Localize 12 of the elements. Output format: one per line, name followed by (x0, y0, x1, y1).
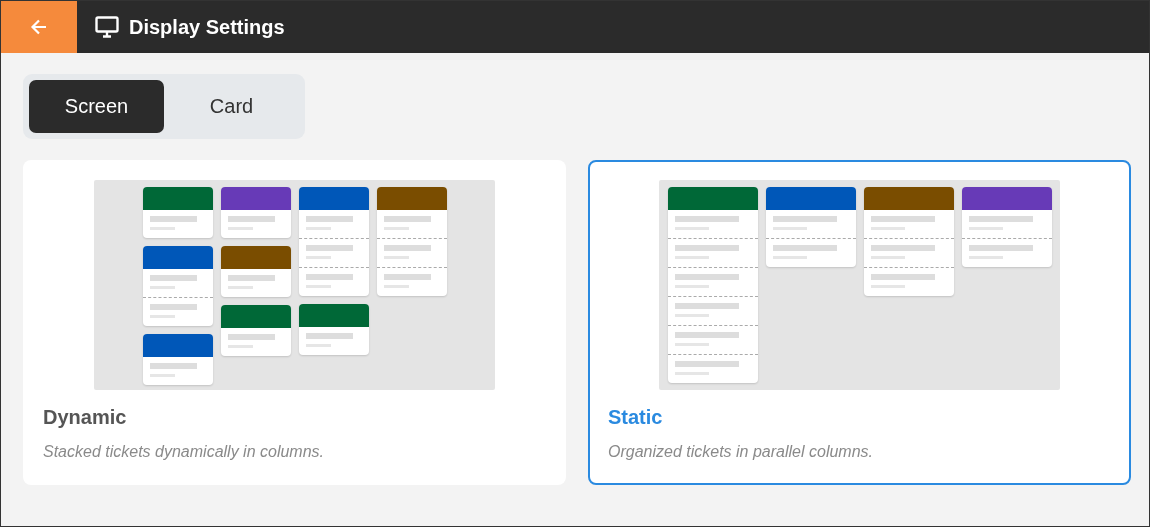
monitor-icon (95, 16, 119, 38)
tab[interactable]: Screen (29, 80, 164, 133)
back-arrow-icon (29, 17, 49, 37)
option-description: Stacked tickets dynamically in columns. (43, 443, 325, 461)
option-title: Static (608, 406, 664, 429)
layout-option-card[interactable]: Dynamic Stacked tickets dynamically in columns. (23, 160, 566, 485)
tab[interactable]: Card (164, 80, 299, 133)
window-title: Display Settings (129, 15, 285, 39)
option-title: Dynamic (43, 406, 128, 429)
option-description: Organized tickets in parallel columns. (608, 443, 874, 461)
layout-option-card[interactable]: Static Organized tickets in parallel columns. (588, 160, 1131, 485)
back-button[interactable] (1, 1, 77, 53)
